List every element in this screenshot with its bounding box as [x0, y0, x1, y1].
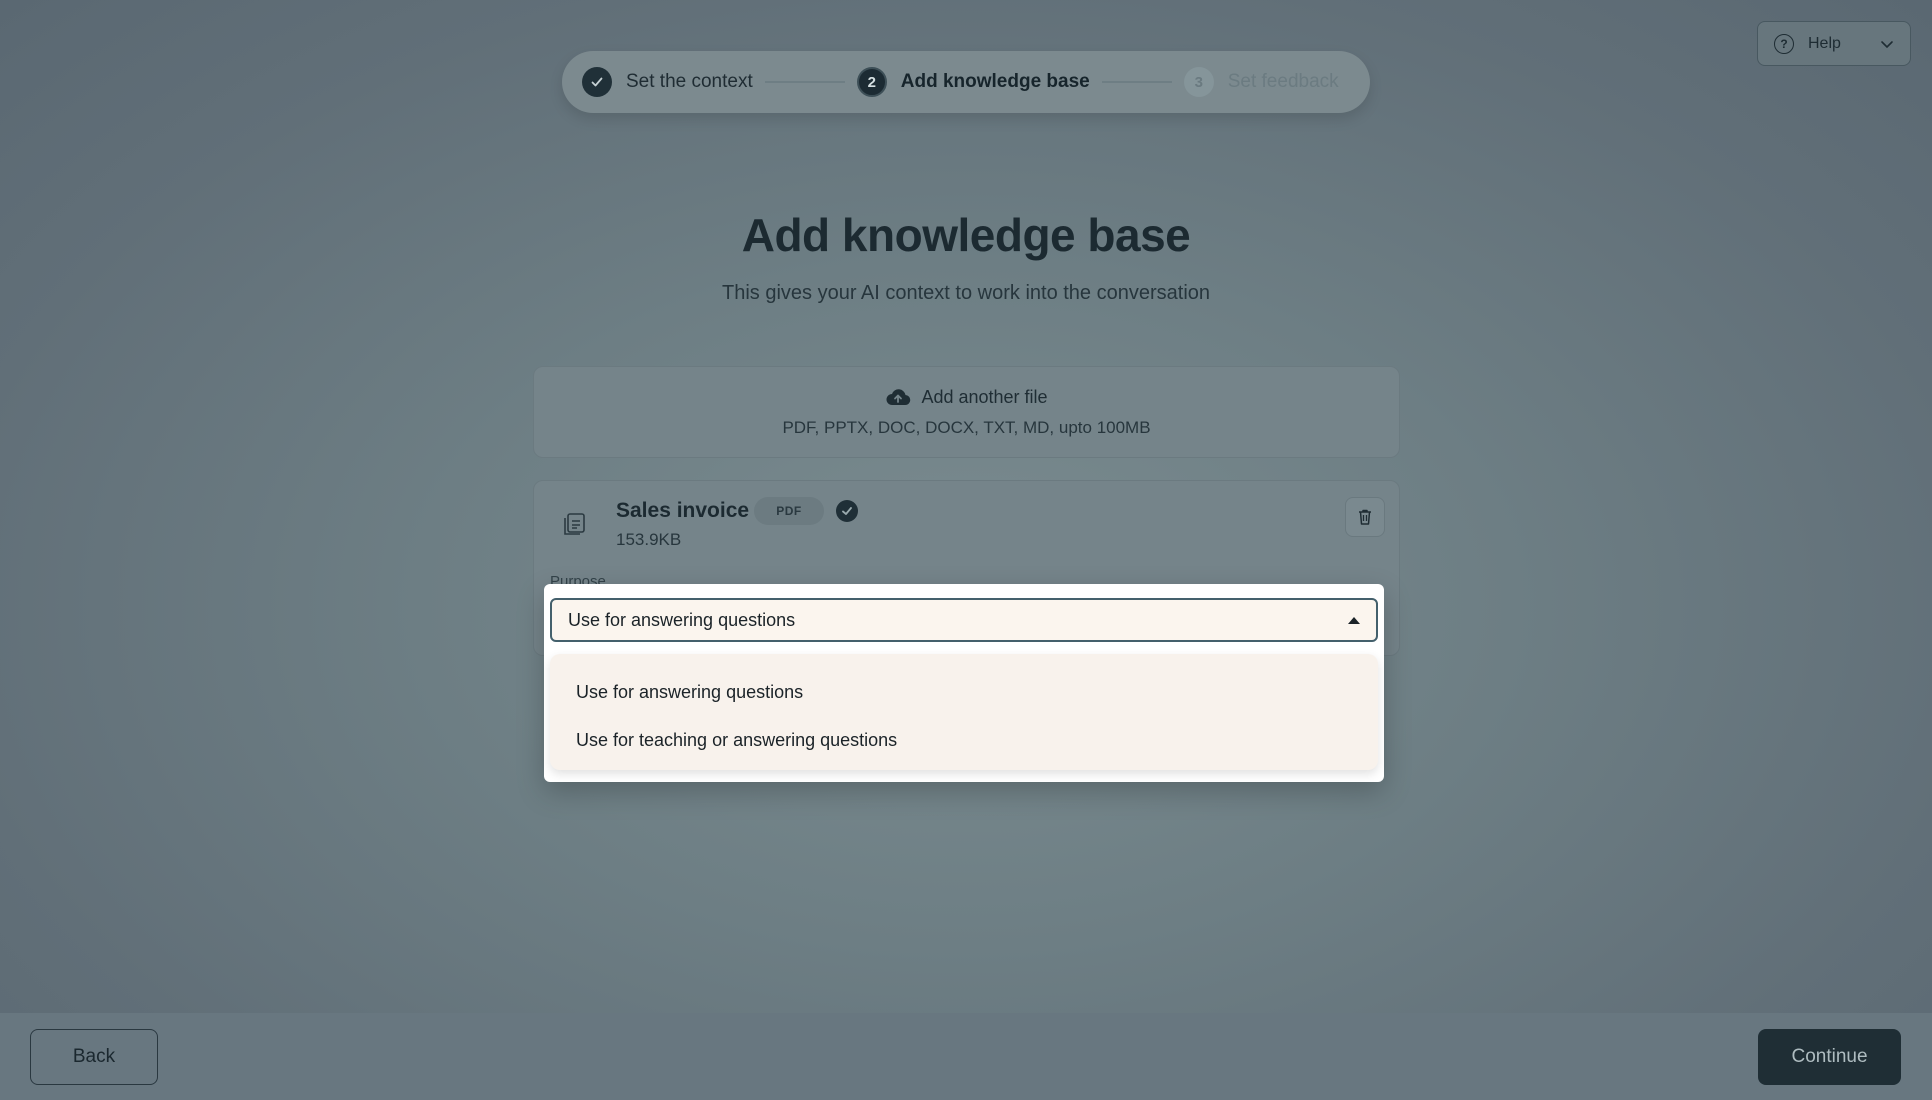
stepper: Set the context 2 Add knowledge base 3 S… [562, 51, 1370, 113]
check-icon [582, 67, 612, 97]
step-label: Set feedback [1227, 71, 1339, 92]
caret-up-icon [1348, 616, 1360, 624]
check-circle-icon [836, 500, 858, 522]
back-button[interactable]: Back [30, 1029, 158, 1085]
step-label: Add knowledge base [900, 71, 1090, 92]
upload-formats: PDF, PPTX, DOC, DOCX, TXT, MD, upto 100M… [782, 417, 1151, 437]
chevron-down-icon [1880, 36, 1894, 52]
file-size: 153.9KB [616, 530, 682, 549]
file-type-badge: PDF [754, 497, 824, 525]
help-button[interactable]: ? Help [1757, 21, 1911, 66]
purpose-select[interactable]: Use for answering questions [550, 598, 1378, 642]
step-connector [764, 81, 845, 83]
purpose-dropdown: Use for answering questions Use for answ… [544, 584, 1384, 782]
upload-row: Add another file [885, 386, 1048, 408]
step-label: Set the context [626, 71, 753, 92]
page-title: Add knowledge base [741, 209, 1191, 261]
purpose-option-answering[interactable]: Use for answering questions [550, 668, 1378, 716]
delete-file-button[interactable] [1345, 497, 1385, 537]
upload-label: Add another file [921, 386, 1048, 407]
step-set-feedback[interactable]: 3 Set feedback [1183, 67, 1339, 97]
document-icon [564, 513, 585, 535]
help-label: Help [1808, 34, 1841, 52]
page: Set the context 2 Add knowledge base 3 S… [0, 0, 1932, 1100]
file-upload-dropzone[interactable]: Add another file PDF, PPTX, DOC, DOCX, T… [533, 366, 1400, 458]
question-icon: ? [1774, 33, 1794, 54]
step-number: 3 [1183, 67, 1214, 97]
file-name: Sales invoice [616, 499, 750, 522]
step-add-knowledge-base[interactable]: 2 Add knowledge base [856, 67, 1090, 97]
footer-bar [0, 1013, 1932, 1100]
purpose-options-menu: Use for answering questions Use for teac… [550, 654, 1378, 770]
cloud-upload-icon [886, 389, 911, 406]
continue-button[interactable]: Continue [1758, 1029, 1901, 1085]
purpose-selected-value: Use for answering questions [568, 609, 796, 630]
step-connector [1101, 81, 1172, 83]
trash-icon [1359, 509, 1371, 525]
purpose-option-teaching[interactable]: Use for teaching or answering questions [550, 716, 1378, 764]
page-subtitle: This gives your AI context to work into … [721, 282, 1211, 304]
step-number: 2 [856, 67, 887, 97]
step-set-the-context[interactable]: Set the context [582, 67, 753, 97]
